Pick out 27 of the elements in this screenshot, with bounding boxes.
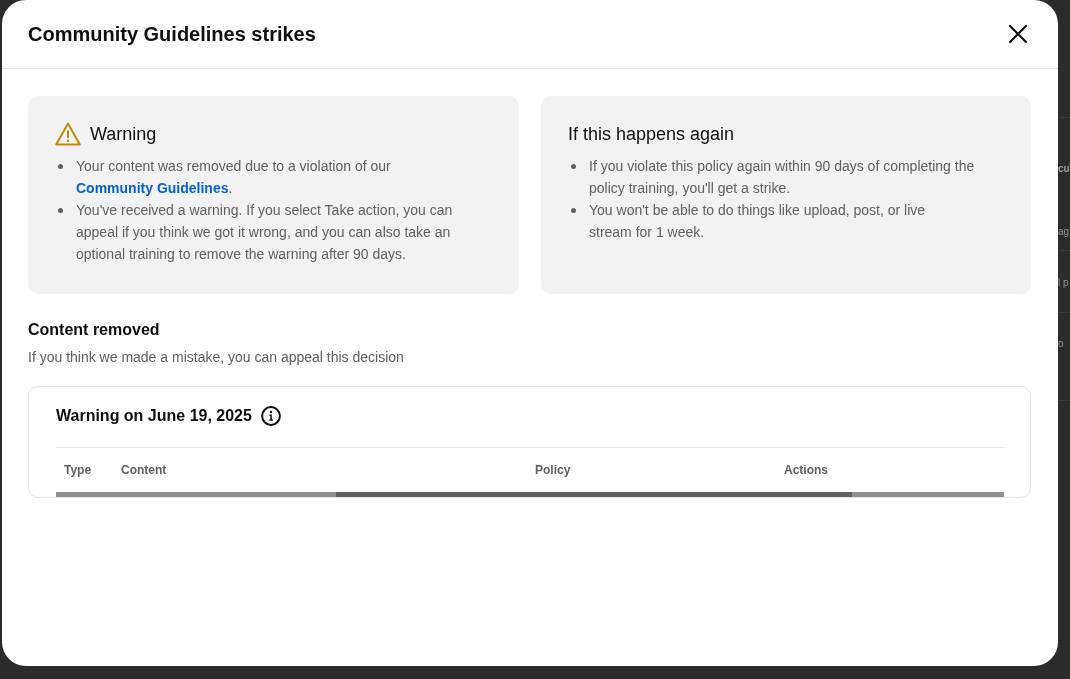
bullet-icon xyxy=(571,164,576,169)
bullet-text: You won't be able to do things like upload, post, or live stream for 1 week. xyxy=(589,201,927,242)
column-header: Type xyxy=(63,462,93,478)
background-text: ag xyxy=(1058,225,1070,239)
bullet-text: Your content was removed due to a violation of our Community Guidelines. xyxy=(76,157,392,198)
column-header: Actions xyxy=(783,462,829,478)
section-subtitle: If you think we made a mistake, you can appeal this decision xyxy=(28,348,405,367)
bullet-text: If you violate this policy again within 90 days of completing the policy training, you'll get a strike. xyxy=(589,157,976,198)
background-text: o xyxy=(1058,337,1065,351)
info-icon[interactable] xyxy=(260,406,281,426)
column-header: Content xyxy=(120,462,168,478)
scrollbar-thumb[interactable] xyxy=(336,492,852,497)
background-text: l p xyxy=(1058,276,1070,290)
section-title: Content removed xyxy=(28,320,161,340)
warning-icon xyxy=(55,122,81,146)
column-header: Policy xyxy=(534,462,572,478)
close-icon xyxy=(1009,25,1027,43)
bullet-text: You've received a warning. If you select Take action, you can appeal if you think we got it wrong, and you can also take an optional training to remove the warning after 90 days. xyxy=(76,201,454,264)
card-title: Warning xyxy=(90,123,157,146)
bullet-icon xyxy=(58,164,63,169)
bullet-icon xyxy=(58,208,63,213)
strike-title: Warning on June 19, 2025 xyxy=(56,406,252,426)
dialog-title: Community Guidelines strikes xyxy=(28,22,316,47)
background-text: cu xyxy=(1058,162,1070,176)
card-title: If this happens again xyxy=(568,123,735,146)
bullet-icon xyxy=(571,208,576,213)
scrollbar[interactable] xyxy=(56,492,1004,497)
